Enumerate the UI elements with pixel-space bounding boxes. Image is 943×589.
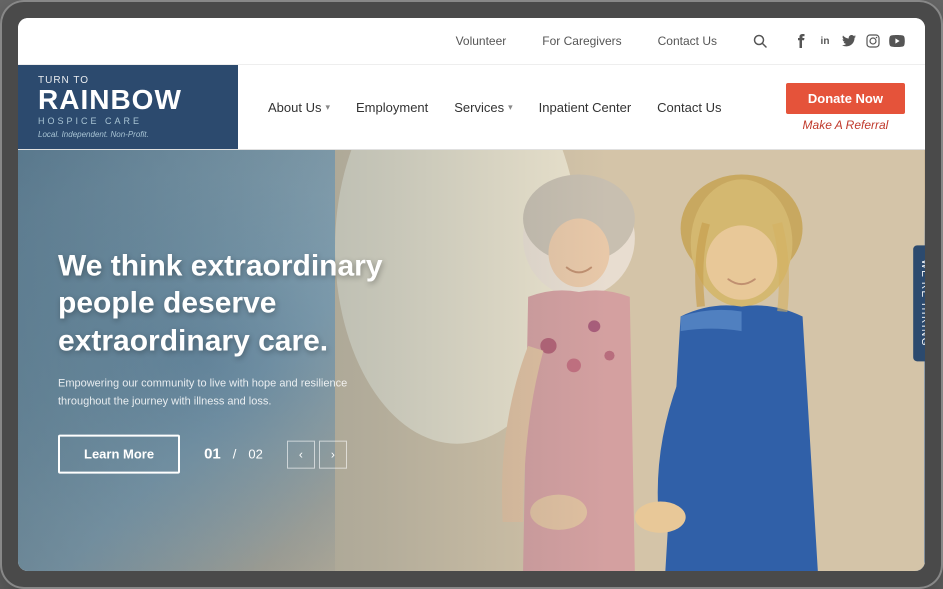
top-nav-bar: Volunteer For Caregivers Contact Us in xyxy=(18,18,925,65)
linkedin-icon[interactable]: in xyxy=(817,33,833,49)
make-referral-link[interactable]: Make A Referral xyxy=(803,118,889,132)
slide-separator: / xyxy=(233,447,237,462)
hero-heading: We think extraordinary people deserve ex… xyxy=(58,247,418,360)
nav-cta-buttons: Donate Now Make A Referral xyxy=(770,77,905,138)
nav-links: About Us ▾ Employment Services ▾ Inpatie… xyxy=(258,92,731,123)
top-nav-for-caregivers[interactable]: For Caregivers xyxy=(532,26,631,56)
slide-prev-button[interactable]: ‹ xyxy=(287,440,315,468)
nav-inpatient-center[interactable]: Inpatient Center xyxy=(529,92,642,123)
hero-bottom-controls: Learn More 01 / 02 ‹ › xyxy=(58,435,418,474)
top-nav-contact-us[interactable]: Contact Us xyxy=(648,26,727,56)
social-icons: in xyxy=(793,33,905,49)
nav-employment[interactable]: Employment xyxy=(346,92,438,123)
slide-next-button[interactable]: › xyxy=(319,440,347,468)
main-nav: Turn to RAINBOW HOSPICE CARE Local. Inde… xyxy=(18,65,925,150)
hero-section: We think extraordinary people deserve ex… xyxy=(18,150,925,571)
search-icon[interactable] xyxy=(745,34,775,48)
logo-sub-text: HOSPICE CARE xyxy=(38,116,218,126)
learn-more-button[interactable]: Learn More xyxy=(58,435,180,474)
youtube-icon[interactable] xyxy=(889,33,905,49)
slide-current-number: 01 xyxy=(204,446,221,463)
logo-top-text: Turn to xyxy=(38,75,218,86)
hero-content: We think extraordinary people deserve ex… xyxy=(58,247,418,474)
browser-window: Volunteer For Caregivers Contact Us in xyxy=(18,18,925,571)
top-nav-links: Volunteer For Caregivers Contact Us xyxy=(446,26,727,56)
nav-services[interactable]: Services ▾ xyxy=(444,92,522,123)
chevron-down-icon-services: ▾ xyxy=(508,102,513,113)
instagram-icon[interactable] xyxy=(865,33,881,49)
facebook-icon[interactable] xyxy=(793,33,809,49)
we-hiring-tab[interactable]: We're Hiring xyxy=(914,245,926,361)
device-frame: Volunteer For Caregivers Contact Us in xyxy=(0,0,943,589)
nav-about-us[interactable]: About Us ▾ xyxy=(258,92,340,123)
main-nav-links-area: About Us ▾ Employment Services ▾ Inpatie… xyxy=(238,65,925,149)
twitter-icon[interactable] xyxy=(841,33,857,49)
donate-now-button[interactable]: Donate Now xyxy=(786,83,905,114)
slide-nav-buttons: ‹ › xyxy=(287,440,347,468)
hero-subtext: Empowering our community to live with ho… xyxy=(58,376,358,411)
top-nav-volunteer[interactable]: Volunteer xyxy=(446,26,517,56)
chevron-down-icon: ▾ xyxy=(325,102,330,113)
logo-tagline: Local. Independent. Non-Profit. xyxy=(38,130,218,139)
logo-main-text: RAINBOW xyxy=(38,86,218,114)
nav-contact-us[interactable]: Contact Us xyxy=(647,92,731,123)
slide-total-number: 02 xyxy=(248,447,262,462)
slide-counter: 01 / 02 xyxy=(204,446,263,463)
logo-area: Turn to RAINBOW HOSPICE CARE Local. Inde… xyxy=(18,65,238,149)
